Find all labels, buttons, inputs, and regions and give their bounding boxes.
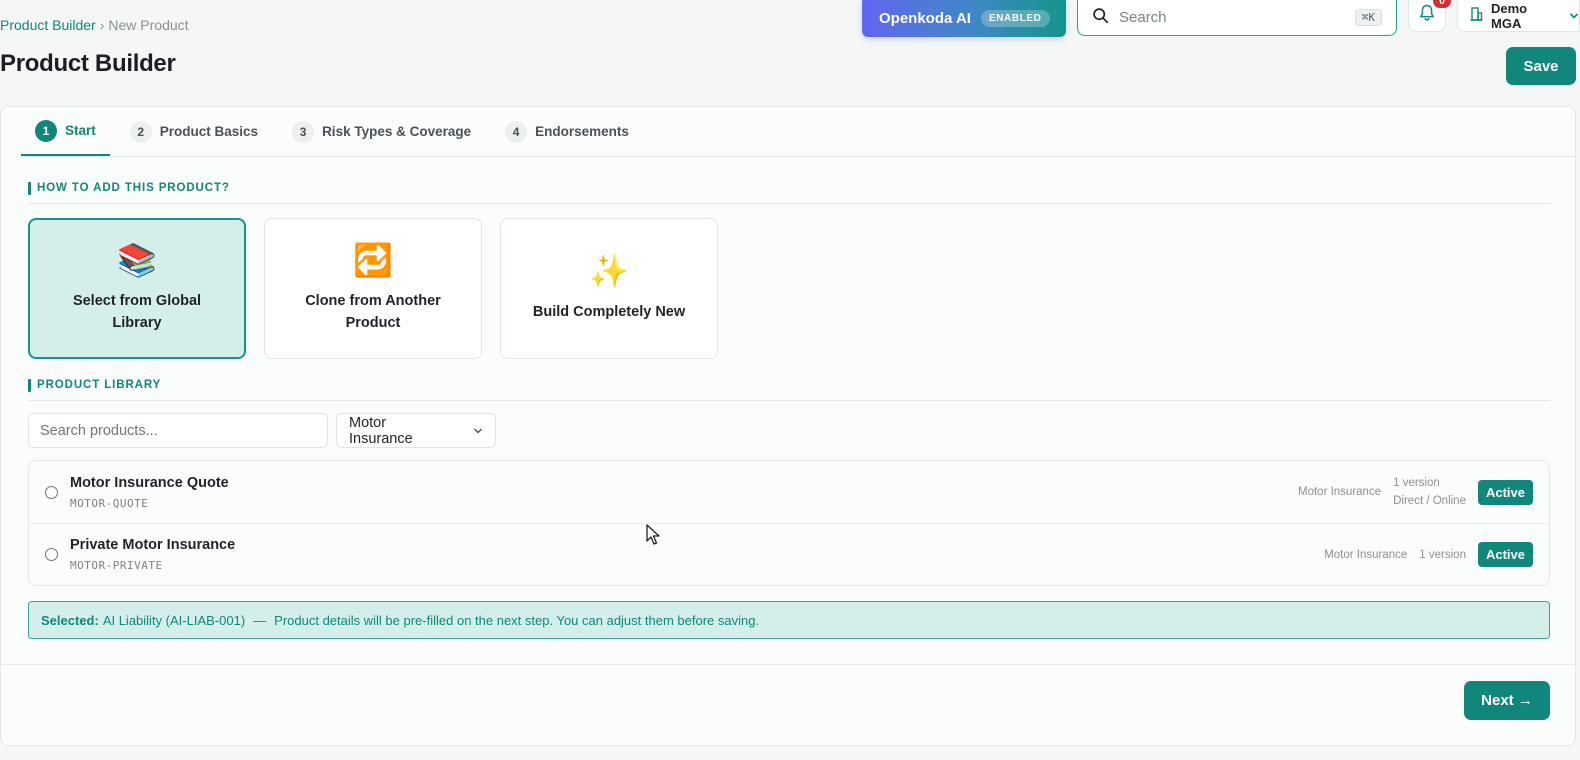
status-badge: Active — [1477, 479, 1533, 505]
tab-label: Product Basics — [159, 124, 259, 139]
tab-product-basics[interactable]: 2 Product Basics — [116, 107, 272, 156]
product-name: Private Motor Insurance — [70, 537, 236, 553]
tab-label: Risk Types & Coverage — [322, 124, 472, 139]
breadcrumb-separator: › — [99, 17, 105, 33]
chevron-down-icon — [1569, 8, 1579, 23]
mouse-cursor-icon — [646, 524, 662, 546]
repeat-icon: 🔁 — [353, 241, 393, 278]
wizard-tabs: 1 Start 2 Product Basics 3 Risk Types & … — [21, 107, 1577, 157]
product-code: MOTOR-PRIVATE — [70, 559, 163, 572]
selection-banner: Selected: AI Liability (AI-LIAB-001) — P… — [28, 601, 1550, 639]
tab-endorsements[interactable]: 4 Endorsements — [491, 107, 643, 156]
chevron-down-icon — [473, 423, 483, 439]
product-info: Motor Insurance Quote MOTOR-QUOTE — [70, 475, 229, 510]
product-info: Private Motor Insurance MOTOR-PRIVATE — [70, 537, 235, 572]
ai-status-badge: ENABLED — [980, 10, 1050, 27]
option-select-from-library[interactable]: 📚 Select from Global Library — [28, 218, 246, 359]
selection-message: Product details will be pre-filled on th… — [274, 612, 760, 628]
product-meta: Motor Insurance 1 version Direct / Onlin… — [1298, 461, 1533, 523]
page-title: Product Builder — [0, 50, 176, 77]
notification-count-badge: 0 — [1433, 0, 1451, 8]
tab-risk-types-coverage[interactable]: 3 Risk Types & Coverage — [278, 107, 485, 156]
option-label: Select from Global Library — [72, 292, 202, 331]
section-divider — [28, 400, 1550, 401]
product-radio[interactable] — [45, 485, 58, 499]
option-build-new[interactable]: ✨ Build Completely New — [500, 218, 718, 359]
list-item[interactable]: Motor Insurance Quote MOTOR-QUOTE Motor … — [29, 461, 1549, 523]
category-filter-value: Motor Insurance — [349, 414, 413, 447]
product-search-input[interactable] — [28, 413, 328, 448]
tab-step-number: 4 — [505, 120, 528, 143]
status-badge: Active — [1477, 542, 1533, 567]
ai-label: Openkoda AI — [879, 10, 971, 27]
selected-product: AI Liability (AI-LIAB-001) — [102, 612, 246, 628]
save-button[interactable]: Save — [1506, 47, 1576, 85]
list-item[interactable]: Private Motor Insurance MOTOR-PRIVATE Mo… — [29, 523, 1549, 585]
breadcrumb-current: New Product — [108, 17, 189, 33]
global-search[interactable]: ⌘K — [1077, 0, 1397, 36]
ai-assistant-button[interactable]: Openkoda AI ENABLED — [862, 0, 1066, 37]
org-name: Demo MGA — [1491, 0, 1528, 31]
product-library-list: Motor Insurance Quote MOTOR-QUOTE Motor … — [28, 460, 1550, 586]
selection-dash: — — [253, 612, 267, 628]
sparkles-icon: ✨ — [589, 252, 629, 289]
building-icon — [1470, 7, 1483, 24]
search-icon — [1092, 7, 1109, 29]
section-heading-how-to-add: HOW TO ADD THIS PRODUCT? — [28, 182, 230, 195]
section-heading-product-library: PRODUCT LIBRARY — [28, 379, 161, 392]
section-divider — [28, 203, 1550, 204]
product-category: Motor Insurance — [1324, 548, 1408, 561]
tab-step-number: 2 — [129, 120, 152, 143]
product-code: MOTOR-QUOTE — [70, 496, 149, 510]
selection-label: Selected: — [41, 612, 99, 628]
organization-switcher[interactable]: Demo MGA — [1457, 0, 1580, 32]
next-button[interactable]: Next → — [1464, 681, 1550, 720]
product-version-count: 1 version — [1419, 548, 1466, 561]
option-label: Clone from Another Product — [305, 292, 441, 331]
product-version-count: 1 version — [1393, 477, 1440, 489]
product-versions: 1 version Direct / Online — [1393, 477, 1466, 507]
option-clone-product[interactable]: 🔁 Clone from Another Product — [264, 218, 482, 359]
bell-icon — [1419, 4, 1435, 27]
product-meta: Motor Insurance 1 version Active — [1324, 524, 1533, 585]
option-label: Build Completely New — [532, 303, 686, 320]
product-category: Motor Insurance — [1298, 486, 1382, 498]
search-input[interactable] — [1119, 9, 1345, 26]
tab-label: Start — [65, 123, 96, 138]
category-filter-select[interactable]: Motor Insurance — [336, 413, 496, 448]
search-shortcut-hint: ⌘K — [1354, 9, 1382, 26]
tab-label: Endorsements — [535, 124, 629, 139]
breadcrumb: Product Builder › New Product — [0, 17, 189, 33]
breadcrumb-root-link[interactable]: Product Builder — [0, 17, 96, 33]
product-name: Motor Insurance Quote — [70, 474, 229, 491]
books-icon: 📚 — [117, 241, 157, 278]
product-radio[interactable] — [45, 548, 58, 561]
notifications-button[interactable]: 0 — [1408, 0, 1451, 32]
footer-divider — [1, 664, 1575, 665]
tab-step-number: 1 — [35, 119, 57, 142]
product-builder-card: 1 Start 2 Product Basics 3 Risk Types & … — [0, 106, 1577, 746]
tab-step-number: 3 — [292, 120, 315, 143]
product-channel: Direct / Online — [1393, 495, 1466, 507]
tab-start[interactable]: 1 Start — [21, 107, 110, 156]
